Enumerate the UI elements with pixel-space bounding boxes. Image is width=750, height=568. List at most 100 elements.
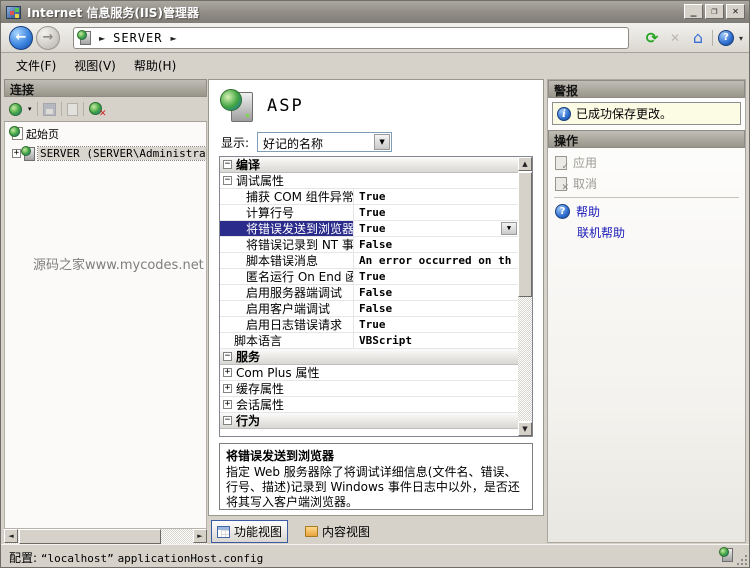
help-icon: ? [555,204,570,219]
expander-icon[interactable]: + [223,384,232,393]
minimize-button[interactable]: _ [684,4,703,19]
property-value[interactable]: True [354,205,518,220]
menu-item[interactable]: 帮助(H) [125,54,185,77]
expander-icon[interactable]: + [223,400,232,409]
back-button[interactable]: ← [9,26,33,50]
menu-item[interactable]: 视图(V) [65,54,125,77]
description-text: 指定 Web 服务器除了将调试详细信息(文件名、错误、行号、描述)记录到 Win… [226,465,526,510]
expander-icon[interactable]: + [12,149,21,158]
property-value[interactable]: VBScript [354,333,518,348]
value-dropdown-icon[interactable]: ▼ [501,222,517,235]
scroll-left-icon[interactable]: ◄ [4,529,18,543]
property-description: 将错误发送到浏览器 指定 Web 服务器除了将调试详细信息(文件名、错误、行号、… [219,443,533,510]
iis-app-icon [6,6,21,19]
navigation-toolbar: ← → ► SERVER ► ⟳ ✕ ⌂ ? ▾ [1,23,749,53]
maximize-button[interactable]: ❐ [705,4,724,19]
up-level-icon [67,103,78,116]
tab-label: 功能视图 [234,523,282,540]
cancel-icon: ✕ [555,177,567,191]
property-name: 将错误发送到浏览器 [220,221,354,236]
connections-header: 连接 [4,79,207,97]
property-grid: −编译−调试属性捕获 COM 组件异常True计算行号True将错误发送到浏览器… [219,156,533,437]
action-disabled-item: ✓应用 [548,152,745,173]
home-icon[interactable]: ⌂ [689,29,707,47]
grid-row[interactable]: 脚本语言VBScript [220,333,518,349]
property-value[interactable]: False [354,237,518,252]
info-icon: i [557,107,571,121]
property-value[interactable]: An error occurred on th [354,253,518,268]
menu-item[interactable]: 文件(F) [7,54,65,77]
iis-manager-window: Internet 信息服务(IIS)管理器 _ ❐ ✕ ← → ► SERVER… [0,0,750,568]
resize-grip[interactable] [737,555,747,565]
status-bar: 配置: “localhost” applicationHost.config [1,544,749,567]
dropdown-arrow-icon[interactable]: ▼ [374,134,390,150]
display-mode-dropdown[interactable]: 好记的名称 ▼ [257,132,392,152]
asp-feature-icon [231,92,253,122]
scrollbar-thumb[interactable] [19,529,161,544]
address-bar[interactable]: ► SERVER ► [73,27,629,49]
tab-content-view[interactable]: 内容视图 [300,521,375,542]
expander-icon[interactable]: − [223,176,232,185]
property-value[interactable]: True [354,269,518,284]
grid-row[interactable]: 计算行号True [220,205,518,221]
alert-message: 已成功保存更改。 [576,105,672,122]
scroll-right-icon[interactable]: ► [193,529,207,543]
grid-row[interactable]: 启用服务器端调试False [220,285,518,301]
grid-row[interactable]: 启用日志错误请求True [220,317,518,333]
property-name: 计算行号 [220,205,354,220]
breadcrumb[interactable]: SERVER [113,31,162,45]
refresh-icon[interactable]: ⟳ [643,29,661,47]
help-dropdown-caret-icon[interactable]: ▾ [739,34,743,43]
property-value[interactable]: True▼ [354,221,518,236]
help-icon[interactable]: ? [718,30,734,46]
expander-icon[interactable]: − [223,160,232,169]
grid-row[interactable]: 启用客户端调试False [220,301,518,317]
create-connection-caret-icon[interactable]: ▾ [28,105,32,113]
tree-horizontal-scrollbar[interactable]: ◄ ► [4,529,207,544]
grid-section-label: 服务 [236,348,260,365]
expander-icon[interactable]: − [223,416,232,425]
grid-row[interactable]: −行为 [220,413,518,429]
property-value[interactable]: False [354,301,518,316]
grid-row[interactable]: 匿名运行 On End 函数True [220,269,518,285]
expander-icon[interactable]: + [223,368,232,377]
actions-panel: 警报 i 已成功保存更改。 操作 ✓应用✕取消?帮助联机帮助 [547,79,746,543]
property-name: 脚本语言 [220,333,354,348]
connections-tree: 起始页+SERVER (SERVER\Administrat源码之家www.my… [4,122,207,529]
tree-item[interactable]: 起始页 [5,125,206,142]
grid-row[interactable]: 脚本错误消息An error occurred on th [220,253,518,269]
grid-row[interactable]: −服务 [220,349,518,365]
property-value[interactable]: True [354,189,518,204]
action-item[interactable]: 联机帮助 [548,222,745,243]
grid-row[interactable]: −调试属性 [220,173,518,189]
stop-icon: ✕ [666,29,684,47]
scroll-up-icon[interactable]: ▲ [518,157,532,171]
grid-row[interactable]: 捕获 COM 组件异常True [220,189,518,205]
scroll-down-icon[interactable]: ▼ [518,422,532,436]
action-item[interactable]: ?帮助 [548,201,745,222]
grid-row[interactable]: +Com Plus 属性 [220,365,518,381]
action-label: 应用 [573,154,597,171]
tree-item-label: SERVER (SERVER\Administrat [38,147,206,160]
delete-connection-icon[interactable] [89,102,105,116]
grid-vertical-scrollbar[interactable]: ▲ ▼ [518,157,532,436]
create-connection-icon[interactable] [9,103,22,116]
close-button[interactable]: ✕ [726,4,745,19]
forward-button: → [36,26,60,50]
tree-item[interactable]: + SERVER (SERVER\Administrat [5,145,206,162]
grid-row[interactable]: 将错误记录到 NT 事件日志False [220,237,518,253]
grid-row[interactable]: +会话属性 [220,397,518,413]
server-status-icon [722,548,733,562]
grid-row[interactable]: −编译 [220,157,518,173]
view-tabs: 功能视图 内容视图 [211,520,375,543]
save-connection-icon [43,103,56,116]
menu-bar: 文件(F)视图(V)帮助(H) [1,53,749,77]
grid-row[interactable]: 将错误发送到浏览器True▼ [220,221,518,237]
property-value[interactable]: True [354,317,518,332]
breadcrumb-arrow-icon[interactable]: ► [171,34,177,43]
expander-icon[interactable]: − [223,352,232,361]
tab-features-view[interactable]: 功能视图 [211,520,288,543]
scrollbar-thumb[interactable] [518,172,532,297]
property-value[interactable]: False [354,285,518,300]
grid-row[interactable]: +缓存属性 [220,381,518,397]
